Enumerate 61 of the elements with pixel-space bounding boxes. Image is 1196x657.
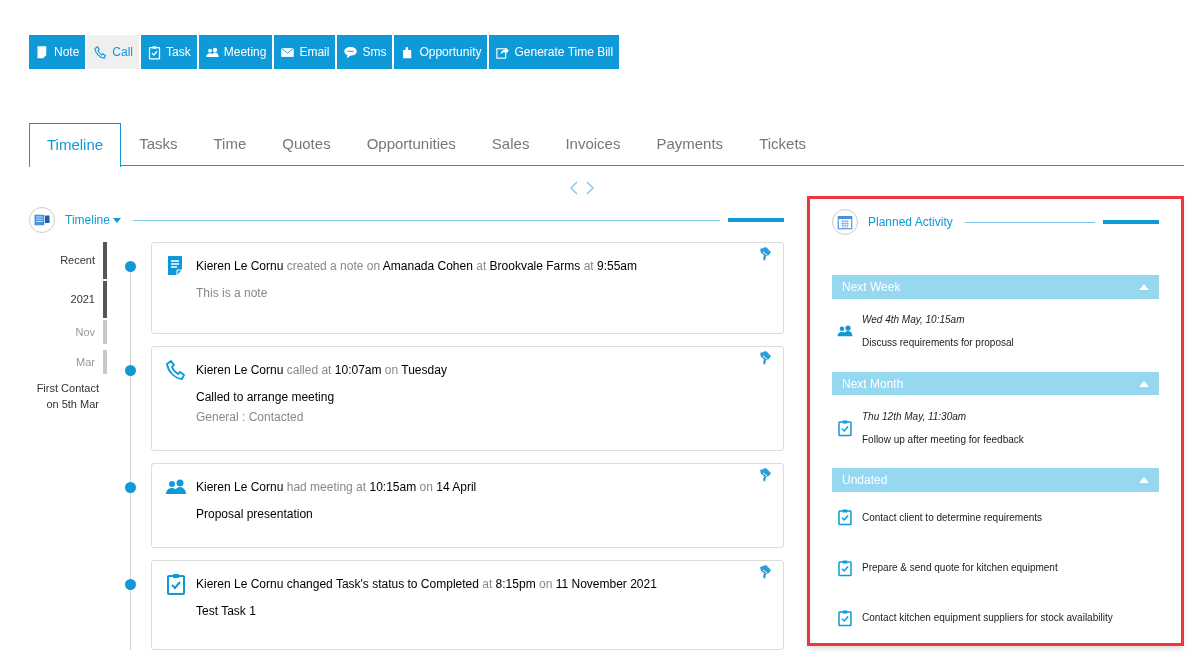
tab[interactable]: Quotes [264, 123, 349, 166]
timeline-icon [29, 207, 55, 233]
clipboard-check-icon [836, 418, 854, 437]
pin-icon[interactable] [757, 246, 773, 262]
timeline-nav-label[interactable]: Recent [60, 252, 95, 269]
pin-icon[interactable] [757, 564, 773, 580]
clipboard-check-icon [836, 608, 854, 627]
timeline-nav-label[interactable]: 2021 [70, 291, 95, 308]
toolbar-button[interactable]: Task [141, 35, 197, 69]
accent-bar [728, 218, 784, 222]
collapse-arrow-icon [1139, 477, 1149, 484]
section-title: Planned Activity [868, 214, 953, 231]
tab[interactable]: Sales [473, 123, 548, 166]
entry-headline: Kieren Le Cornu had meeting at 10:15am on 14 April [196, 479, 477, 495]
clipboard-check-icon [836, 508, 854, 527]
speech-bubble-icon [343, 44, 359, 60]
timeline-nav-label[interactable]: Nov [75, 323, 95, 341]
clipboard-check-icon [164, 572, 188, 596]
timeline-dropdown[interactable]: Timeline [65, 211, 121, 229]
clipboard-check-icon [836, 558, 854, 577]
toolbar-button[interactable]: Note [29, 35, 86, 69]
entry-text: This is a note [196, 285, 269, 302]
activity-text[interactable]: Discuss requirements for proposal [862, 335, 1014, 351]
tab[interactable]: Tickets [741, 123, 825, 166]
first-contact-text: First Contact on 5th Mar [35, 381, 99, 412]
toolbar-button[interactable]: Email [274, 35, 336, 69]
entry-text: Proposal presentation [196, 506, 314, 523]
tab[interactable]: Invoices [547, 123, 639, 166]
activity-text[interactable]: Prepare & send quote for kitchen equipment [862, 560, 1058, 576]
pin-icon[interactable] [757, 350, 773, 366]
caret-icon [112, 217, 121, 223]
entry-text: General : Contacted [196, 409, 305, 426]
activity-date: Thu 12th May, 11:30am [862, 409, 968, 424]
toolbar-button[interactable]: Opportunity [394, 35, 488, 69]
calendar-icon [832, 209, 858, 235]
toolbar-button[interactable]: Meeting [198, 35, 273, 69]
pin-icon[interactable] [757, 467, 773, 483]
phone-icon [164, 358, 188, 382]
phone-icon [93, 44, 109, 60]
collapse-arrow-icon [1139, 380, 1149, 387]
entry-text: Test Task 1 [196, 603, 257, 620]
tab[interactable]: Tasks [121, 123, 196, 166]
accent-bar [1103, 220, 1159, 224]
entry-headline: Kieren Le Cornu changed Task's status to Completed at 8:15pm on 11 November 2021 [196, 576, 657, 592]
activity-text[interactable]: Contact client to determine requirements [862, 509, 1043, 525]
activity-text[interactable]: Contact kitchen equipment suppliers for stock availability [862, 610, 1113, 626]
tab[interactable]: Time [195, 123, 265, 166]
activity-date: Wed 4th May, 10:15am [862, 313, 966, 328]
toolbar-button[interactable]: Sms [337, 35, 393, 69]
entry-text: Called to arrange meeting [196, 389, 336, 406]
tab[interactable]: Payments [638, 123, 742, 166]
tab[interactable]: Opportunities [348, 123, 474, 166]
activity-text[interactable]: Follow up after meeting for feedback [862, 431, 1024, 447]
entry-headline: Kieren Le Cornu called at 10:07am on Tuesday [196, 362, 447, 378]
timeline-nav-label[interactable]: Mar [76, 353, 95, 371]
toolbar-button[interactable]: Call [87, 35, 140, 69]
collapse-arrow-icon [1139, 283, 1149, 290]
tab[interactable]: Timeline [29, 123, 122, 167]
toolbar-button[interactable]: Generate Time Bill [489, 35, 620, 69]
clipboard-check-icon [147, 44, 163, 60]
entry-headline: Kieren Le Cornu created a note on Amanada Cohen at Brookvale Farms at 9:55am [196, 258, 638, 274]
